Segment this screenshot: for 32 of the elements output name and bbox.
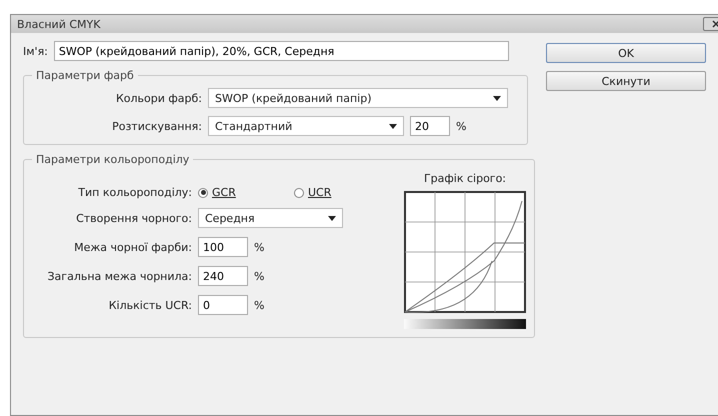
field-label: Межа чорної фарби: [73,240,192,254]
field-label: Загальна межа чорнила: [46,270,192,282]
field-label: Тип кольороподілу: [77,186,192,199]
caret-icon [328,216,336,220]
unit-label: % [254,240,264,254]
number-field[interactable]: 240 [198,266,248,286]
field-label: Кольори фарб: [114,92,202,104]
dot-gain-field[interactable]: 20 [410,116,450,136]
number-field[interactable]: 100 [198,237,248,257]
chart-title: Графік сірого: [424,172,506,185]
number-field[interactable]: 0 [198,295,248,315]
ok-button[interactable]: OK [546,43,706,63]
ink-colors-dropdown[interactable]: SWOP (крейдований папір) [208,88,508,108]
field-label: Створення чорного: [75,212,192,224]
generation-dropdown[interactable]: Середня [198,208,343,228]
radio-button[interactable]: UCR [294,186,384,199]
field-label: Кількість UCR: [108,298,192,312]
name-label: Ім'я: [23,44,48,58]
window-title: Власний CMYK [17,18,100,30]
unit-label: % [254,270,264,282]
caret-icon [493,96,501,100]
unit-label: % [456,120,466,132]
group-title: Параметри кольороподілу [35,153,190,166]
radio-button[interactable]: GCR [198,186,288,199]
unit-label: % [254,298,264,312]
caret-icon [389,124,397,128]
close-icon [712,20,718,28]
reset-button[interactable]: Скинути [546,71,706,91]
name-field[interactable]: SWOP (крейдований папір), 20%, GCR, Середня [54,41,509,61]
group-title: Параметри фарб [35,69,135,82]
dot-gain-dropdown[interactable]: Стандартний [208,116,404,136]
field-label: Розтискування: [111,120,202,132]
